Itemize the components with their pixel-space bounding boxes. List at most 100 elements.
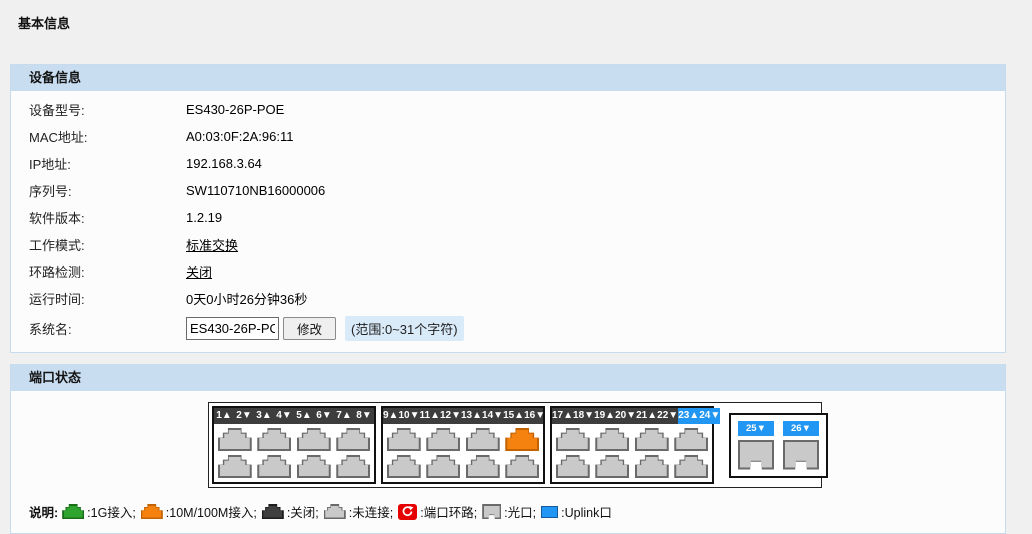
row-loop-detect: 环路检测: 关闭 [11,258,1005,285]
fiber-port-icon [482,504,501,519]
port-legend: 说明: :1G接入; :10M/100M接入; :关闭; :未连接; :端口环路; :光口… [11,502,1005,521]
port-status-panel: 端口状态 1▲2▼3▲4▼5▲6▼7▲8▼9▲10▼11▲12▼13▲14▼15… [10,364,1006,534]
row-label: IP地址: [29,154,186,173]
row-work-mode: 工作模式: 标准交换 [11,231,1005,258]
port-22 [635,455,669,478]
sfp-port-column: 26▼ [783,421,819,470]
port-number-label: 25▼ [738,421,774,436]
modify-button[interactable]: 修改 [283,317,336,340]
legend-item: :端口环路; [398,502,477,521]
port-6 [297,455,331,478]
green-port-icon [62,504,84,519]
port-8 [336,455,370,478]
row-label: 运行时间: [29,289,186,308]
port-3 [257,428,291,451]
port-number-label: 19▲ [594,408,615,424]
port-4 [257,455,291,478]
port-19 [595,428,629,451]
port-grid [383,424,543,482]
port-grid [552,424,712,482]
port-number-label: 10▼ [398,408,419,424]
port-number-label: 4▼ [274,408,294,424]
port-21 [635,428,669,451]
system-name-range-hint: (范围:0~31个字符) [345,316,464,341]
port-number-label: 23▲ [678,408,699,424]
port-25 [738,440,774,470]
port-20 [595,455,629,478]
row-label: 软件版本: [29,208,186,227]
port-number-label: 8▼ [354,408,374,424]
port-number-label: 14▼ [482,408,503,424]
orange-port-icon [141,504,163,519]
loop-detect-link[interactable]: 关闭 [186,262,212,281]
row-value: 192.168.3.64 [186,156,262,171]
port-number-label: 5▲ [294,408,314,424]
port-10 [387,455,421,478]
port-number-label: 22▼ [657,408,678,424]
port-number-label: 20▼ [615,408,636,424]
legend-item-text: :光口; [504,502,536,521]
port-number-label: 21▲ [636,408,657,424]
legend-item: :10M/100M接入; [141,502,257,521]
legend-item: :1G接入; [62,502,136,521]
port-number-label: 15▲ [503,408,524,424]
port-7 [336,428,370,451]
port-number-label: 11▲ [420,408,440,424]
port-17 [556,428,590,451]
port-number-label: 13▲ [461,408,482,424]
legend-item-text: :关闭; [287,502,319,521]
row-value: 0天0小时26分钟36秒 [186,289,307,308]
legend-item-text: :10M/100M接入; [166,502,257,521]
row-label: 系统名: [29,319,186,338]
port-number-label: 1▲ [214,408,234,424]
row-label: 序列号: [29,181,186,200]
port-number-label: 16▼ [524,408,545,424]
legend-item-text: :未连接; [349,502,393,521]
port-number-label: 18▼ [573,408,594,424]
port-11 [426,428,460,451]
port-14 [466,455,500,478]
row-value: SW110710NB16000006 [186,183,325,198]
system-name-input[interactable] [186,317,279,340]
port-group-header: 9▲10▼11▲12▼13▲14▼15▲16▼ [383,408,543,424]
port-group-header: 1▲2▼3▲4▼5▲6▼7▲8▼ [214,408,374,424]
port-number-label: 6▼ [314,408,334,424]
legend-item: :光口; [482,502,536,521]
port-group-header: 17▲18▼19▲20▼21▲22▼23▲24▼ [552,408,712,424]
uplink-port-icon [541,506,558,518]
port-2 [218,455,252,478]
work-mode-link[interactable]: 标准交换 [186,235,238,254]
row-label: MAC地址: [29,127,186,146]
port-12 [426,455,460,478]
row-uptime: 运行时间: 0天0小时26分钟36秒 [11,285,1005,312]
port-26 [783,440,819,470]
port-18 [556,455,590,478]
sfp-port-column: 25▼ [738,421,774,470]
device-info-section-header: 设备信息 [11,65,1005,91]
legend-item: :未连接; [324,502,393,521]
row-value: 1.2.19 [186,210,222,225]
legend-prefix: 说明: [29,502,58,521]
port-16 [505,455,539,478]
port-group: 9▲10▼11▲12▼13▲14▼15▲16▼ [381,406,545,484]
gray-port-icon [324,504,346,519]
loop-icon [398,504,417,520]
port-group: 1▲2▼3▲4▼5▲6▼7▲8▼ [212,406,376,484]
row-label: 设备型号: [29,100,186,119]
row-value: ES430-26P-POE [186,102,284,117]
port-number-label: 12▼ [440,408,461,424]
dark-port-icon [262,504,284,519]
port-grid [214,424,374,482]
row-value: A0:03:0F:2A:96:11 [186,129,293,144]
row-serial-number: 序列号: SW110710NB16000006 [11,177,1005,204]
sfp-port-group: 25▼ 26▼ [729,413,828,478]
port-number-label: 3▲ [254,408,274,424]
port-number-label: 24▼ [699,408,720,424]
row-software-version: 软件版本: 1.2.19 [11,204,1005,231]
row-system-name: 系统名: 修改 (范围:0~31个字符) [11,312,1005,344]
port-1 [218,428,252,451]
device-info-panel: 设备信息 设备型号: ES430-26P-POE MAC地址: A0:03:0F… [10,64,1006,353]
port-number-label: 26▼ [783,421,819,436]
legend-item: :Uplink口 [541,502,612,521]
port-13 [466,428,500,451]
